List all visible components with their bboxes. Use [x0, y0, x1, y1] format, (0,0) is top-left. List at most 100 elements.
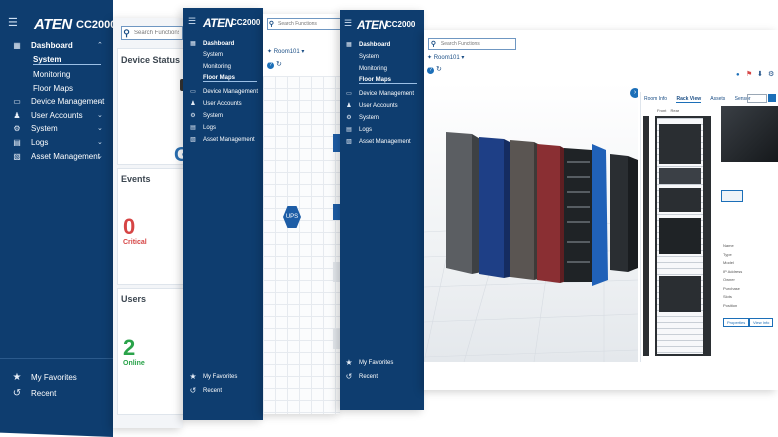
search-bar[interactable]: ⚲ — [267, 18, 340, 30]
sidebar-item-user-accounts[interactable]: ♟ User Accounts — [10, 111, 82, 120]
device-icon: ▭ — [190, 89, 196, 95]
sidebar-item-asset-management[interactable]: ▧ Asset Management — [344, 138, 411, 146]
hamburger-icon[interactable]: ☰ — [188, 16, 196, 27]
pin-icon: ✦ — [267, 49, 273, 55]
sidebar-item-system[interactable]: ⚙ System — [188, 112, 223, 120]
tab-room-info[interactable]: Room Info — [644, 96, 667, 102]
aten-logo: ATEN — [357, 18, 387, 32]
sidebar-item-device-management[interactable]: ▭ Device Management — [344, 90, 414, 98]
sidebar-subitem-monitoring[interactable]: Monitoring — [203, 64, 231, 70]
sidebar-item-dashboard[interactable]: ▦ Dashboard — [10, 41, 73, 50]
sidebar-panel-3d: ☰ ATEN CC2000 ▦ Dashboard System Monitor… — [340, 10, 424, 410]
sidebar-item-asset-management[interactable]: ▧ Asset Management — [188, 136, 255, 144]
sidebar-item-recent[interactable]: ↺ Recent — [188, 386, 222, 395]
sidebar-item-recent[interactable]: ↺ Recent — [344, 372, 378, 381]
device-block[interactable] — [659, 276, 701, 312]
view-toggle[interactable]: Front Rear — [657, 108, 679, 113]
tab-rack-view[interactable]: Rack View — [676, 96, 702, 103]
sidebar-item-dashboard[interactable]: ▦ Dashboard — [344, 41, 390, 49]
sidebar-item-label: User Accounts — [203, 100, 242, 107]
sidebar-item-favorites[interactable]: ★ My Favorites — [10, 372, 77, 383]
sidebar-item-device-management[interactable]: ▭ Device Management — [10, 97, 104, 106]
sidebar-subitem-monitoring[interactable]: Monitoring — [359, 66, 387, 72]
field-slots: Slots — [723, 294, 732, 299]
map-node[interactable] — [333, 262, 340, 282]
flag-icon[interactable]: ⚑ — [746, 70, 752, 78]
model-name: CC2000 — [76, 19, 113, 31]
map-node[interactable] — [333, 204, 340, 220]
hamburger-icon[interactable]: ☰ — [8, 16, 18, 29]
expand-panel-button[interactable]: › — [630, 88, 638, 98]
device-block[interactable] — [659, 188, 701, 212]
sidebar-subitem-floor-maps[interactable]: Floor Maps — [359, 77, 417, 84]
rack-elevation[interactable] — [655, 116, 705, 356]
history-icon: ↺ — [345, 372, 353, 381]
map-node[interactable] — [333, 134, 340, 152]
refresh-icon[interactable]: ↻ — [436, 65, 442, 73]
device-block[interactable] — [659, 168, 701, 184]
sidebar-subitem-system[interactable]: System — [33, 55, 101, 65]
info-icon[interactable]: ? — [267, 62, 274, 69]
events-title: Events — [121, 174, 151, 184]
gear-icon: ⚙ — [13, 124, 21, 133]
sidebar-item-logs[interactable]: ▤ Logs — [344, 126, 372, 134]
dashboard-content: ⚲ Device Status G Events 0 Critical User… — [113, 18, 183, 428]
option-rear[interactable]: Rear — [670, 108, 679, 113]
search-bar[interactable]: ⚲ — [428, 38, 516, 50]
room-selector[interactable]: ✦ Room101 ▾ — [427, 54, 464, 61]
sidebar-item-dashboard[interactable]: ▦ Dashboard — [188, 40, 234, 48]
sidebar-item-asset-management[interactable]: ▧ Asset Management — [10, 152, 100, 161]
rack-select[interactable] — [747, 94, 767, 103]
ups-label: UPS — [285, 214, 299, 220]
sidebar-item-logs[interactable]: ▤ Logs — [10, 138, 48, 147]
sidebar-subitem-floor-maps[interactable]: Floor Maps — [33, 84, 73, 93]
sidebar-subitem-system[interactable]: System — [203, 52, 223, 58]
device-block[interactable] — [659, 218, 701, 254]
search-icon[interactable]: ⚲ — [122, 27, 131, 39]
info-icon[interactable]: ? — [427, 67, 434, 74]
gear-icon: ⚙ — [346, 115, 352, 121]
sidebar-item-recent[interactable]: ↺ Recent — [10, 388, 57, 399]
device-status-title: Device Status — [121, 55, 181, 65]
sidebar-item-system[interactable]: ⚙ System — [10, 124, 57, 133]
users-count: 2 — [123, 335, 136, 360]
search-icon[interactable]: ⚲ — [268, 19, 275, 29]
settings-icon[interactable]: ⚙ — [768, 70, 774, 78]
sidebar-subitem-floor-maps[interactable]: Floor Maps — [203, 75, 257, 82]
room-selector[interactable]: ✦ Room101 ▾ — [267, 48, 304, 55]
search-icon[interactable]: ⚲ — [429, 39, 438, 49]
floor-map-grid[interactable] — [263, 76, 340, 414]
search-input[interactable] — [131, 30, 182, 36]
sidebar-item-device-management[interactable]: ▭ Device Management — [188, 88, 258, 96]
sidebar-item-user-accounts[interactable]: ♟ User Accounts — [344, 102, 397, 110]
sidebar-item-logs[interactable]: ▤ Logs — [188, 124, 216, 132]
sidebar-item-label: Dashboard — [31, 41, 73, 50]
sidebar-item-user-accounts[interactable]: ♟ User Accounts — [188, 100, 242, 108]
view-mode-icon[interactable] — [768, 94, 776, 102]
tab-assets[interactable]: Assets — [710, 96, 725, 102]
asset-icon: ▧ — [346, 139, 352, 145]
properties-button[interactable]: Properties — [723, 318, 750, 327]
map-node[interactable] — [333, 329, 340, 349]
user-icon: ♟ — [190, 101, 196, 107]
download-icon[interactable]: ⬇ — [757, 70, 763, 78]
rack-3d-scene[interactable]: › — [424, 82, 638, 362]
option-front[interactable]: Front — [657, 108, 666, 113]
device-thumb[interactable] — [721, 190, 743, 202]
sidebar-item-favorites[interactable]: ★ My Favorites — [344, 358, 393, 367]
search-input[interactable] — [437, 41, 515, 47]
sidebar-subitem-system[interactable]: System — [359, 54, 379, 60]
search-input[interactable] — [275, 21, 340, 27]
chevron-down-icon: ⌄ — [97, 139, 103, 146]
search-bar[interactable]: ⚲ — [121, 26, 183, 40]
view-info-button[interactable]: View Info — [749, 318, 774, 327]
field-purchase: Purchase — [723, 285, 740, 291]
sidebar-subitem-monitoring[interactable]: Monitoring — [33, 70, 70, 79]
chevron-down-icon: ▾ — [301, 49, 305, 55]
refresh-icon[interactable]: ↻ — [276, 60, 282, 68]
pin-icon[interactable]: ● — [736, 72, 740, 78]
sidebar-item-favorites[interactable]: ★ My Favorites — [188, 372, 237, 381]
hamburger-icon[interactable]: ☰ — [344, 18, 352, 29]
sidebar-item-system[interactable]: ⚙ System — [344, 114, 379, 122]
device-block[interactable] — [659, 124, 701, 164]
